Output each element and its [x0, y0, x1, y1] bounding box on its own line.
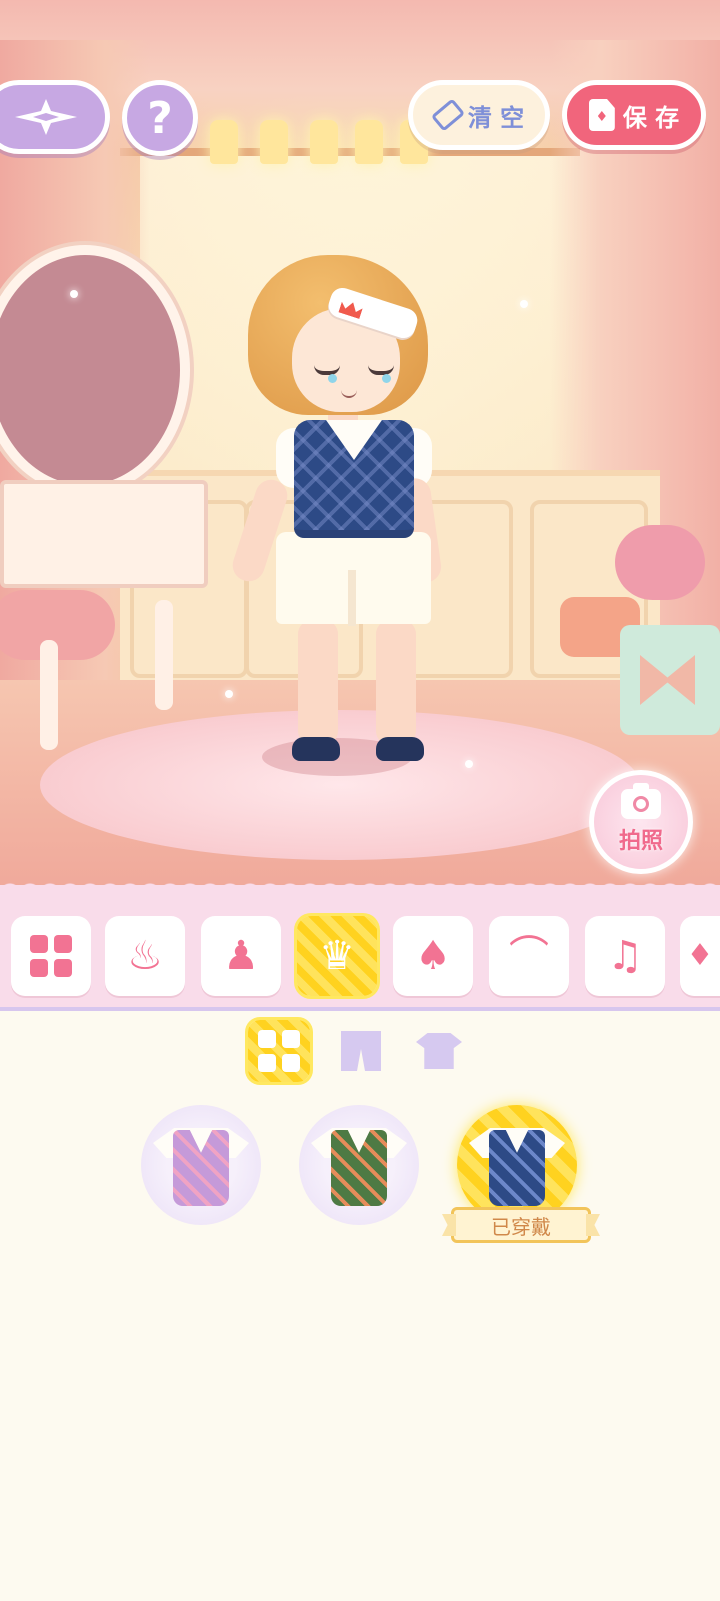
equipped-label: 已穿戴	[491, 1214, 551, 1239]
more-icon: ♦	[686, 938, 714, 973]
green-argyle-vest-icon	[311, 1122, 407, 1208]
item-purple-vest[interactable]	[141, 1105, 261, 1225]
subtab-all[interactable]	[248, 1020, 310, 1082]
tear	[382, 374, 391, 383]
shoes-icon: ⌒	[509, 933, 549, 979]
sparkle	[70, 290, 78, 298]
help-button[interactable]: ?	[122, 80, 198, 156]
camera-icon	[621, 783, 661, 819]
right-leg	[376, 620, 416, 745]
bulb	[355, 120, 383, 164]
top-clothing-icon: ♛	[319, 933, 355, 979]
category-tab-tops[interactable]: ♛	[297, 916, 377, 996]
category-tab-dress[interactable]: ♠	[393, 916, 473, 996]
subtab-bottoms[interactable]	[330, 1020, 392, 1082]
stool-leg	[40, 640, 58, 750]
sparkle	[225, 690, 233, 698]
purple-argyle-vest-icon	[153, 1122, 249, 1208]
subtab-shirts[interactable]	[408, 1020, 470, 1082]
category-tab-socks[interactable]: ♫	[585, 916, 665, 996]
category-tab-outfit-set[interactable]: ♨	[105, 916, 185, 996]
bulb	[310, 120, 338, 164]
outfit-set-icon: ♨	[127, 933, 163, 979]
back-button[interactable]	[0, 80, 110, 154]
save-button[interactable]: 保 存	[562, 80, 706, 150]
shorts-seam	[348, 570, 356, 626]
left-shoe	[292, 737, 340, 761]
left-leg	[298, 620, 338, 745]
category-bar-divider	[0, 1007, 720, 1011]
item-green-vest[interactable]	[299, 1105, 419, 1225]
category-tab-head-accessory[interactable]: ♟	[201, 916, 281, 996]
clear-label: 清 空	[467, 103, 525, 132]
sparkle	[520, 300, 528, 308]
category-tab-all[interactable]	[11, 916, 91, 996]
clear-button[interactable]: 清 空	[408, 80, 550, 150]
eraser-icon	[430, 98, 465, 132]
category-tab-shoes[interactable]: ⌒	[489, 916, 569, 996]
equipped-badge: 已穿戴	[451, 1207, 591, 1243]
photo-label: 拍照	[618, 829, 663, 854]
tear	[328, 374, 337, 383]
sparkle	[465, 760, 473, 768]
pants-icon	[341, 1031, 381, 1071]
grid-icon	[258, 1030, 300, 1072]
pink-pillow	[615, 525, 705, 600]
bulb	[260, 120, 288, 164]
shirt-icon	[416, 1033, 462, 1069]
bulb	[210, 120, 238, 164]
dress-icon: ♠	[415, 933, 451, 979]
sparkle-back-icon	[15, 99, 77, 135]
table-leg	[155, 600, 173, 710]
socks-icon: ♫	[607, 933, 643, 979]
save-document-icon	[588, 99, 615, 131]
save-label: 保 存	[622, 103, 680, 132]
right-shoe	[376, 737, 424, 761]
vanity-table	[0, 480, 208, 588]
avatar-character[interactable]	[228, 250, 446, 776]
head-accessory-icon: ♟	[223, 933, 259, 979]
grid-icon	[30, 935, 72, 977]
category-tab-more[interactable]: ♦	[680, 916, 720, 996]
photo-button[interactable]: 拍照	[589, 770, 693, 874]
help-icon: ?	[147, 92, 173, 144]
navy-argyle-vest-icon	[469, 1122, 565, 1208]
